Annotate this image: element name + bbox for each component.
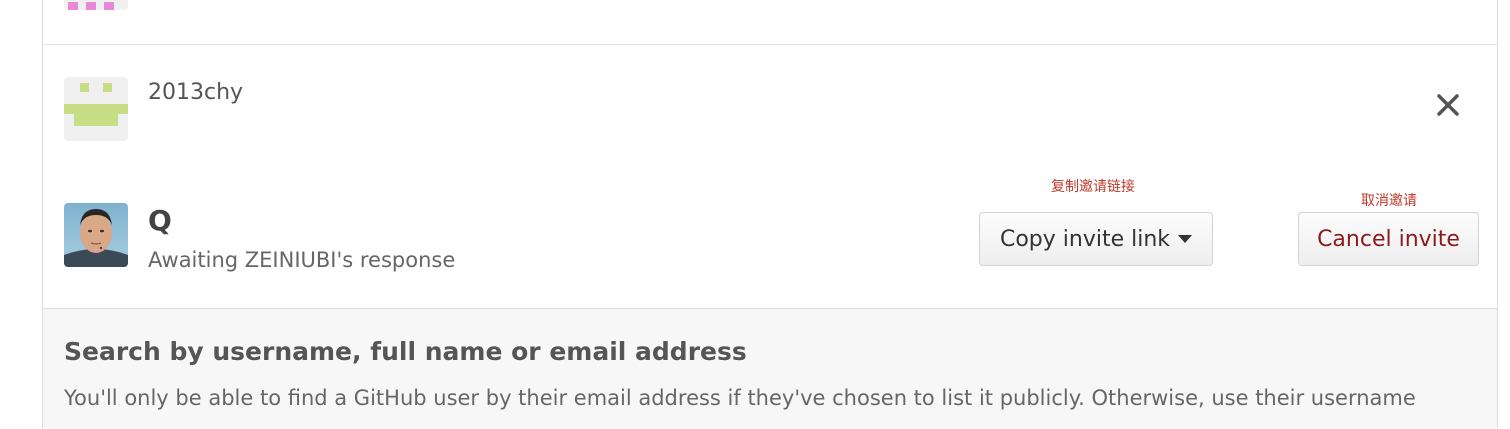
search-section: Search by username, full name or email a… xyxy=(43,309,1497,429)
close-icon[interactable] xyxy=(1433,90,1463,120)
avatar xyxy=(64,0,128,10)
member-row: 2013chy xyxy=(43,44,1497,162)
avatar xyxy=(64,203,128,267)
copy-invite-link-button[interactable]: Copy invite link xyxy=(979,212,1213,266)
invite-status: Awaiting ZEINIUBI's response xyxy=(148,248,456,272)
collaborators-panel: 2013chy Q Awaiting ZEINIUBI's response 复… xyxy=(42,0,1498,429)
cancel-invite-button[interactable]: Cancel invite xyxy=(1298,212,1479,266)
annotation-cancel-invite: 取消邀请 xyxy=(1361,193,1417,209)
copy-invite-link-label: Copy invite link xyxy=(999,226,1171,252)
avatar xyxy=(64,77,128,141)
member-username[interactable]: 2013chy xyxy=(148,80,243,105)
annotation-copy-link: 复制邀请链接 xyxy=(1051,179,1135,195)
member-display-name[interactable]: Q xyxy=(148,204,172,237)
member-row-previous xyxy=(43,0,1497,45)
search-title: Search by username, full name or email a… xyxy=(64,337,747,366)
search-description: You'll only be able to find a GitHub use… xyxy=(64,386,1416,410)
cancel-invite-label: Cancel invite xyxy=(1317,226,1460,252)
pending-invite-row: Q Awaiting ZEINIUBI's response 复制邀请链接 Co… xyxy=(43,162,1497,309)
caret-down-icon xyxy=(1178,235,1193,243)
